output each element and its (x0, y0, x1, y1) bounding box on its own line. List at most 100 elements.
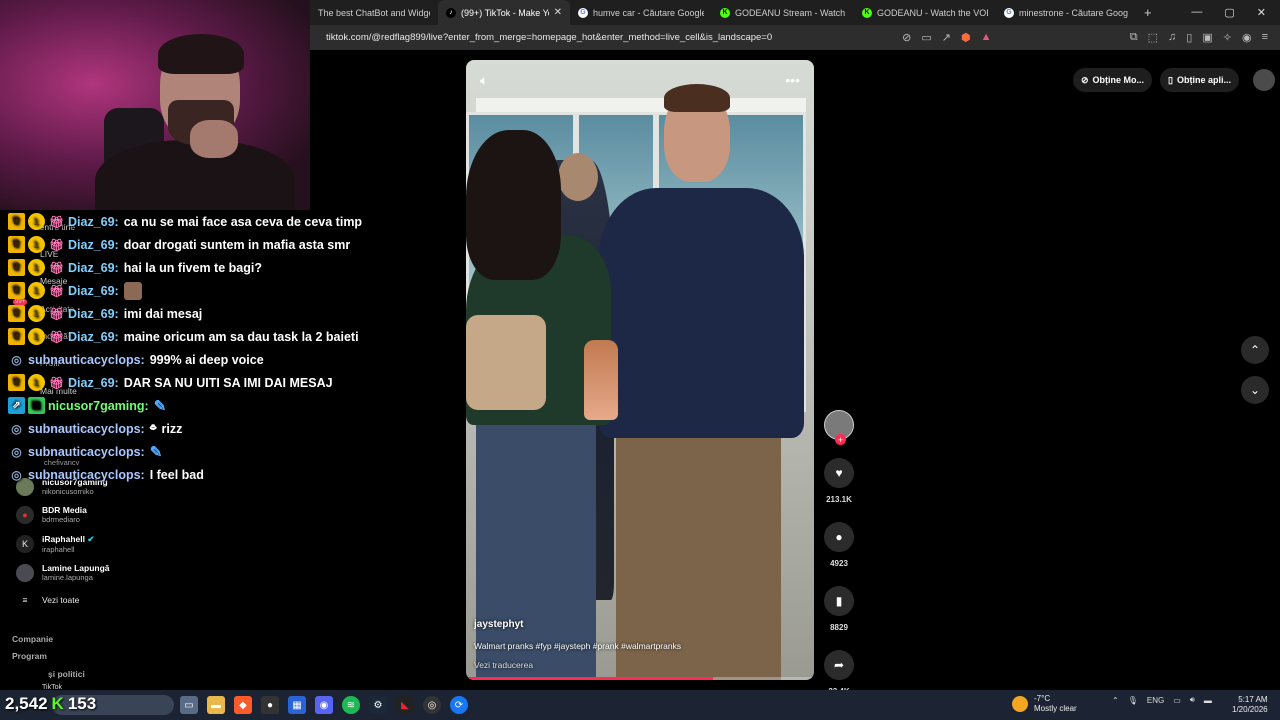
footer-program[interactable]: Program (12, 651, 47, 661)
url-text[interactable]: tiktok.com/@redflag899/live?enter_from_m… (326, 32, 772, 43)
network-icon[interactable]: ▭ (1173, 696, 1181, 705)
footer-policies[interactable]: și politici (48, 669, 85, 679)
app-icon-red[interactable]: ◣ (396, 696, 414, 714)
browser-tab[interactable]: The best ChatBot and Widgets fo (310, 0, 438, 25)
creator-avatar[interactable]: + (824, 410, 854, 445)
video-caption[interactable]: Walmart pranks #fyp #jaysteph #prank #wa… (474, 641, 804, 651)
browser-tab[interactable]: K GODEANU Stream - Watch Live o (712, 0, 854, 25)
chat-username: subnauticacyclops: (28, 467, 145, 482)
like-button[interactable]: ♥ (824, 458, 854, 488)
obs-icon[interactable]: ◎ (423, 696, 441, 714)
vpn-icon[interactable]: ◉ (1242, 31, 1252, 44)
extensions-icon[interactable]: ⧉ (1130, 31, 1138, 44)
browser-tab[interactable]: K GODEANU - Watch the VOD on K (854, 0, 996, 25)
spotify-icon[interactable]: ≋ (342, 696, 360, 714)
cast-icon[interactable]: ▭ (921, 31, 931, 44)
file-explorer-icon[interactable]: ▬ (207, 696, 225, 714)
sub-badge-icon: 1 (28, 328, 45, 345)
get-coins-button[interactable]: ⊘ Obține Mo... (1073, 68, 1153, 92)
crown-badge-icon: ♛ (8, 328, 25, 345)
browser-tab[interactable]: Ghumve car - Căutare Google (570, 0, 712, 25)
maximize-icon[interactable]: ▢ (1224, 6, 1234, 19)
chat-text: hai la un fivem te bagi? (123, 260, 262, 275)
wallet-icon[interactable]: ▣ (1202, 31, 1212, 44)
see-translation-link[interactable]: Vezi traducerea (474, 660, 804, 670)
woman-hair (466, 130, 561, 280)
chat-username: Diaz_69: (68, 306, 119, 321)
steam-icon[interactable]: ⚙ (369, 696, 387, 714)
mic-icon[interactable]: 🎙︎ (1128, 696, 1138, 705)
get-app-button[interactable]: ▯ Obține apli... (1160, 68, 1240, 92)
tab-favicon-icon: K (862, 7, 872, 18)
video-action-rail: + ♥ 213.1K ● 4923 ▮ 8829 ➦ 23.4K (822, 410, 856, 720)
menu-icon[interactable]: ≡ (1262, 31, 1268, 44)
weather-widget[interactable]: -7°C Mostly clear (1012, 694, 1077, 714)
app-icon-blue[interactable]: ⟳ (450, 696, 468, 714)
close-tab-icon[interactable]: ✕ (554, 7, 562, 18)
crown-badge-icon: ♛ (8, 259, 25, 276)
volume-tray-icon[interactable]: 🔊︎ (1190, 695, 1195, 705)
store-icon[interactable]: ▦ (288, 696, 306, 714)
kick-badge-icon: ▦ (28, 397, 45, 414)
new-tab-button[interactable]: + (1136, 5, 1160, 20)
kick-logo-icon: K (51, 694, 64, 713)
app-icon[interactable]: ● (261, 696, 279, 714)
taskbar-clock[interactable]: 5:17 AM 1/20/2026 (1232, 695, 1268, 715)
sidebar-icon[interactable]: ▯ (1186, 31, 1192, 44)
follow-plus-icon[interactable]: + (835, 434, 846, 445)
brave-browser-icon[interactable]: ◆ (234, 696, 252, 714)
brave-shield-icon[interactable]: ⬢ (961, 31, 971, 44)
chat-message: ♛ 1 🎁︎ Diaz_69: ca nu se mai face asa ceva d… (8, 210, 408, 233)
previous-video-button[interactable]: ⌃ (1241, 336, 1269, 364)
video-player[interactable]: 🔈︎ ••• jaystephyt Walmart pranks #fyp #j… (466, 60, 814, 680)
following-item[interactable]: K iRaphahell ✔ iraphahell (16, 534, 94, 554)
tab-favicon-icon: G (1004, 7, 1014, 18)
battery-icon[interactable]: ▬ (1204, 696, 1212, 705)
bookmark-icon: ▮ (835, 594, 843, 608)
tracking-icon[interactable]: ⊘ (902, 31, 911, 44)
creator-name[interactable]: jaystephyt (474, 619, 804, 630)
language-indicator[interactable]: ENG (1147, 696, 1164, 705)
comment-button[interactable]: ● (824, 522, 854, 552)
sub-badge-icon: 1 (28, 259, 45, 276)
footer-company[interactable]: Companie (12, 634, 53, 644)
following-handle: iraphahell (42, 545, 75, 554)
video-info: jaystephyt Walmart pranks #fyp #jaysteph… (474, 619, 804, 670)
tab-title: The best ChatBot and Widgets fo (318, 7, 430, 18)
next-video-button[interactable]: ⌄ (1241, 376, 1269, 404)
following-name: Lamine Lapungă (42, 563, 110, 573)
chevron-down-icon: ⌄ (1249, 383, 1261, 397)
browser-tab[interactable]: Gminestrone - Căutare Google (996, 0, 1136, 25)
media-icon[interactable]: ♫ (1168, 31, 1176, 44)
share-button[interactable]: ➦ (824, 650, 854, 680)
more-options-icon[interactable]: ••• (785, 72, 800, 88)
tray-chevron-icon[interactable]: ⌃ (1112, 696, 1119, 705)
browser-tab[interactable]: ♪ (99+) TikTok - Make Your D ✕ (438, 0, 570, 25)
see-all-link[interactable]: ≡ Vezi toate (16, 595, 80, 605)
video-progress-bar[interactable] (466, 677, 814, 680)
sub-badge-icon: 1 (28, 236, 45, 253)
user-avatar[interactable] (1253, 69, 1276, 91)
address-bar[interactable]: tiktok.com/@redflag899/live?enter_from_m… (310, 25, 1280, 50)
video-progress-fill (466, 677, 714, 680)
level-badge-icon: ⇗ (8, 397, 25, 414)
tab-title: humve car - Căutare Google (593, 7, 704, 18)
leo-ai-icon[interactable]: ✧ (1223, 31, 1232, 44)
minimize-icon[interactable]: — (1191, 6, 1202, 19)
brave-rewards-icon[interactable]: ▲ (981, 31, 992, 44)
share-icon[interactable]: ↗ (942, 31, 951, 44)
volume-icon[interactable]: 🔈︎ (480, 72, 488, 89)
hat-emote-icon: 🎩︎ (149, 421, 157, 434)
following-item[interactable]: Lamine Lapungă lamine.lapunga (16, 563, 110, 582)
chat-message: ◎ subnauticacyclops: 999% ai deep voice (8, 348, 408, 371)
discord-icon[interactable]: ◉ (315, 696, 333, 714)
weather-icon (1012, 696, 1028, 712)
background-person-head (558, 153, 598, 201)
screenshot-icon[interactable]: ⬚ (1148, 31, 1158, 44)
close-window-icon[interactable]: ✕ (1257, 6, 1266, 19)
get-coins-label: Obține Mo... (1092, 75, 1145, 85)
task-view-icon[interactable]: ▭ (180, 696, 198, 714)
save-button[interactable]: ▮ (824, 586, 854, 616)
gift-badge-icon: 🎁︎ (48, 375, 65, 390)
following-item[interactable]: ● BDR Media bdrmediaro (16, 505, 87, 524)
